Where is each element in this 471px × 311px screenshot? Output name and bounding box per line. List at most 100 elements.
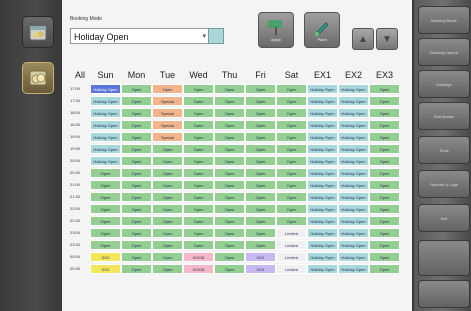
schedule-cell[interactable]: Limited — [276, 264, 307, 274]
schedule-cell[interactable]: Holiday Open — [338, 144, 369, 154]
schedule-cell[interactable]: Open — [214, 156, 245, 166]
schedule-cell[interactable]: Open — [121, 216, 152, 226]
schedule-cell[interactable]: Open — [183, 132, 214, 142]
schedule-cell[interactable]: Open — [369, 120, 400, 130]
schedule-cell[interactable]: Open — [369, 264, 400, 274]
schedule-cell[interactable]: Holiday Open — [338, 192, 369, 202]
time-label[interactable]: 21:30 — [70, 192, 90, 202]
column-header-ex3[interactable]: EX3 — [369, 70, 400, 82]
schedule-cell[interactable]: Holiday Open — [338, 264, 369, 274]
schedule-cell[interactable]: Open — [183, 180, 214, 190]
schedule-cell[interactable]: Holiday Open — [338, 120, 369, 130]
schedule-cell[interactable]: Holiday Open — [307, 144, 338, 154]
schedule-cell[interactable]: Open — [369, 132, 400, 142]
schedule-cell[interactable]: Open — [121, 120, 152, 130]
schedule-cell[interactable]: Open — [276, 120, 307, 130]
schedule-cell[interactable]: Open — [214, 264, 245, 274]
schedule-cell[interactable]: Open — [369, 168, 400, 178]
schedule-cell[interactable]: Open — [90, 204, 121, 214]
schedule-cell[interactable]: Special — [152, 132, 183, 142]
schedule-cell[interactable]: Holiday Open — [338, 84, 369, 94]
time-label[interactable]: 21:00 — [70, 180, 90, 190]
schedule-cell[interactable]: Open — [369, 108, 400, 118]
schedule-cell[interactable]: Holiday Open — [90, 132, 121, 142]
time-label[interactable]: 18:30 — [70, 120, 90, 130]
column-header-sun[interactable]: Sun — [90, 70, 121, 82]
schedule-cell[interactable]: Open — [214, 228, 245, 238]
schedule-cell[interactable]: Open — [276, 84, 307, 94]
column-header-sat[interactable]: Sat — [276, 70, 307, 82]
schedule-cell[interactable]: Open — [121, 108, 152, 118]
schedule-cell[interactable]: Open — [121, 168, 152, 178]
schedule-cell[interactable]: Open — [183, 192, 214, 202]
schedule-cell[interactable]: Holiday Open — [307, 216, 338, 226]
schedule-cell[interactable]: Open — [369, 180, 400, 190]
schedule-cell[interactable]: Open — [183, 204, 214, 214]
schedule-cell[interactable]: Open — [276, 108, 307, 118]
schedule-cell[interactable]: XXX — [245, 264, 276, 274]
schedule-cell[interactable]: Open — [245, 240, 276, 250]
schedule-cell[interactable]: Open — [214, 252, 245, 262]
schedule-cell[interactable]: Holiday Open — [338, 156, 369, 166]
schedule-cell[interactable]: Open — [121, 240, 152, 250]
time-label[interactable]: 18:00 — [70, 108, 90, 118]
schedule-cell[interactable]: Open — [214, 240, 245, 250]
time-label[interactable]: 23:00 — [70, 228, 90, 238]
schedule-cell[interactable]: Open — [152, 264, 183, 274]
schedule-cell[interactable]: Holiday Open — [338, 168, 369, 178]
schedule-cell[interactable]: Open — [183, 240, 214, 250]
time-label[interactable]: 00:30 — [70, 264, 90, 274]
schedule-cell[interactable]: Open — [276, 204, 307, 214]
schedule-cell[interactable]: Holiday Open — [338, 132, 369, 142]
schedule-cell[interactable]: Open — [183, 96, 214, 106]
time-label[interactable]: 19:30 — [70, 144, 90, 154]
schedule-cell[interactable]: Open — [245, 204, 276, 214]
schedule-cell[interactable]: Holiday Open — [307, 108, 338, 118]
schedule-cell[interactable]: Open — [245, 228, 276, 238]
right-nav-button[interactable]: Booking Layout — [418, 38, 470, 66]
column-header-all[interactable]: All — [70, 70, 90, 82]
schedule-cell[interactable]: Holiday Open — [307, 264, 338, 274]
schedule-cell[interactable]: Open — [369, 204, 400, 214]
schedule-cell[interactable]: Holiday Open — [338, 108, 369, 118]
time-label[interactable]: 23:30 — [70, 240, 90, 250]
schedule-cell[interactable]: Open — [152, 180, 183, 190]
schedule-cell[interactable]: Holiday Open — [307, 204, 338, 214]
column-header-wed[interactable]: Wed — [183, 70, 214, 82]
schedule-cell[interactable]: Open — [121, 96, 152, 106]
column-header-ex1[interactable]: EX1 — [307, 70, 338, 82]
schedule-cell[interactable]: Holiday Open — [307, 132, 338, 142]
schedule-cell[interactable]: Open — [121, 252, 152, 262]
time-label[interactable]: 00:00 — [70, 252, 90, 262]
time-label[interactable]: 20:00 — [70, 156, 90, 166]
schedule-cell[interactable]: Open — [214, 84, 245, 94]
schedule-cell[interactable]: Holiday Open — [307, 252, 338, 262]
schedule-cell[interactable]: Open — [214, 180, 245, 190]
column-header-thu[interactable]: Thu — [214, 70, 245, 82]
calendar-view-button[interactable] — [22, 16, 54, 48]
schedule-cell[interactable]: Holiday Open — [307, 240, 338, 250]
column-header-mon[interactable]: Mon — [121, 70, 152, 82]
schedule-cell[interactable]: Open — [121, 180, 152, 190]
schedule-cell[interactable]: Special — [152, 108, 183, 118]
move-up-button[interactable]: ▲ — [352, 28, 374, 50]
schedule-cell[interactable]: Holiday Open — [90, 96, 121, 106]
time-label[interactable]: 20:30 — [70, 168, 90, 178]
schedule-cell[interactable]: Open — [276, 180, 307, 190]
move-down-button[interactable]: ▼ — [376, 28, 398, 50]
column-header-tue[interactable]: Tue — [152, 70, 183, 82]
right-nav-button[interactable]: Booking Mode — [418, 6, 470, 34]
schedule-cell[interactable]: Special — [152, 120, 183, 130]
schedule-cell[interactable]: Open — [90, 168, 121, 178]
schedule-cell[interactable]: Open — [245, 132, 276, 142]
time-label[interactable]: 22:00 — [70, 204, 90, 214]
schedule-cell[interactable]: Holiday Open — [338, 240, 369, 250]
schedule-cell[interactable]: Open — [152, 144, 183, 154]
schedule-cell[interactable]: Open — [214, 204, 245, 214]
schedule-cell[interactable]: Open — [183, 84, 214, 94]
schedule-cell[interactable]: Open — [245, 156, 276, 166]
schedule-cell[interactable]: XXX — [90, 252, 121, 262]
schedule-cell[interactable]: Holiday Open — [338, 216, 369, 226]
column-header-ex2[interactable]: EX2 — [338, 70, 369, 82]
schedule-cell[interactable]: Holiday Open — [307, 120, 338, 130]
